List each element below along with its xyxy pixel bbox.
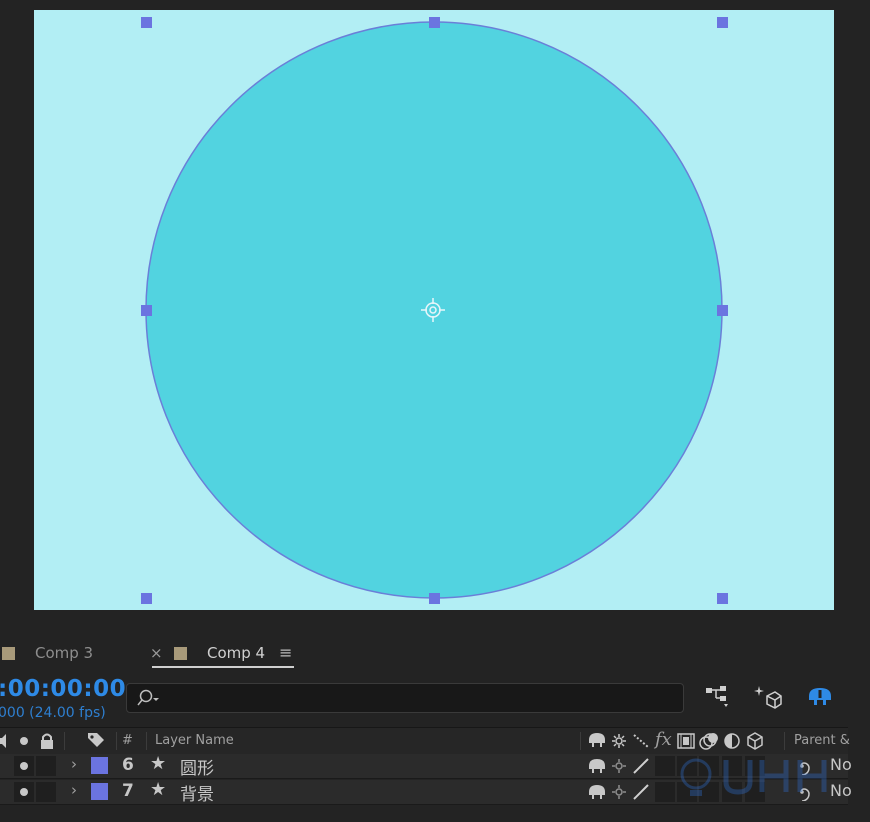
frame-rate-display: 000 (24.00 fps) xyxy=(0,705,106,721)
lock-toggle[interactable] xyxy=(36,756,56,776)
circle-shape-layer[interactable] xyxy=(145,21,723,599)
active-tab-underline xyxy=(152,666,294,668)
frame-blending-column-icon[interactable] xyxy=(677,733,695,749)
column-divider[interactable] xyxy=(580,732,581,750)
shape-layer-star-icon: ★ xyxy=(150,753,167,774)
handle-top-center[interactable] xyxy=(429,17,440,28)
3d-layer-column-icon[interactable] xyxy=(746,732,764,750)
quality-switch-icon[interactable] xyxy=(632,757,650,775)
composition-tabs: Comp 3 × Comp 4 ≡ xyxy=(0,632,870,672)
layer-number: 7 xyxy=(122,781,134,801)
draft-3d-icon[interactable] xyxy=(753,684,783,712)
collapse-switch-icon[interactable] xyxy=(611,784,627,800)
tab-comp-4-label: Comp 4 xyxy=(207,644,266,662)
adjustment-layer-column-icon[interactable] xyxy=(724,733,740,749)
lock-column-icon[interactable] xyxy=(39,732,55,750)
layer-search-input[interactable] xyxy=(126,683,684,713)
expand-chevron-icon[interactable]: › xyxy=(71,781,77,799)
number-column-header[interactable]: # xyxy=(122,733,133,748)
visibility-dot-icon[interactable] xyxy=(20,762,28,770)
search-icon[interactable] xyxy=(137,688,163,708)
layer-column-header: # Layer Name fx Parent & xyxy=(0,727,850,755)
column-divider[interactable] xyxy=(784,732,785,750)
tab-comp-3-label: Comp 3 xyxy=(35,644,94,662)
watermark-logo-icon xyxy=(680,758,827,796)
handle-bottom-left[interactable] xyxy=(141,593,152,604)
comp-4-swatch-icon xyxy=(174,646,187,660)
tab-comp-3[interactable]: Comp 3 xyxy=(2,640,93,666)
handle-top-left[interactable] xyxy=(141,17,152,28)
handle-bottom-center[interactable] xyxy=(429,593,440,604)
comp-3-swatch-icon xyxy=(2,646,15,660)
tab-comp-4[interactable]: Comp 4 xyxy=(174,640,265,666)
lock-toggle[interactable] xyxy=(36,782,56,802)
quality-column-icon[interactable] xyxy=(632,733,650,749)
expand-chevron-icon[interactable]: › xyxy=(71,755,77,773)
solo-switch-icon[interactable] xyxy=(806,684,834,710)
flowchart-icon[interactable] xyxy=(704,684,732,710)
handle-middle-left[interactable] xyxy=(141,305,152,316)
audio-column-icon[interactable] xyxy=(0,733,12,749)
close-tab-icon[interactable]: × xyxy=(150,644,163,662)
effects-column-icon[interactable]: fx xyxy=(655,729,672,750)
column-divider[interactable] xyxy=(64,732,65,750)
effects-switch[interactable] xyxy=(655,756,675,776)
shape-layer-star-icon: ★ xyxy=(150,779,167,800)
handle-bottom-right[interactable] xyxy=(717,593,728,604)
motion-blur-column-icon[interactable] xyxy=(699,732,719,750)
composition-canvas[interactable] xyxy=(0,0,870,622)
effects-switch[interactable] xyxy=(655,782,675,802)
column-divider[interactable] xyxy=(146,732,147,750)
handle-middle-right[interactable] xyxy=(717,305,728,316)
current-time-display[interactable]: :00:00:00 xyxy=(0,676,126,702)
shy-switch-icon[interactable] xyxy=(588,758,606,774)
panel-menu-icon[interactable]: ≡ xyxy=(279,643,292,662)
shy-column-icon[interactable] xyxy=(588,732,606,748)
shy-switch-icon[interactable] xyxy=(588,784,606,800)
visibility-dot-icon[interactable] xyxy=(20,788,28,796)
layer-number: 6 xyxy=(122,755,134,775)
label-column-icon[interactable] xyxy=(86,731,106,751)
collapse-switch-icon[interactable] xyxy=(611,758,627,774)
layer-name[interactable]: 圆形 xyxy=(180,754,214,779)
layer-label-color[interactable] xyxy=(91,783,108,800)
handle-top-right[interactable] xyxy=(717,17,728,28)
composition-viewer[interactable] xyxy=(0,0,870,622)
layer-name-column-header[interactable]: Layer Name xyxy=(155,733,234,748)
layer-label-color[interactable] xyxy=(91,757,108,774)
layer-name[interactable]: 背景 xyxy=(180,780,214,805)
parent-column-header[interactable]: Parent & xyxy=(794,733,850,748)
collapse-column-icon[interactable] xyxy=(611,733,627,749)
solo-column-icon[interactable] xyxy=(20,737,28,745)
column-divider[interactable] xyxy=(116,732,117,750)
quality-switch-icon[interactable] xyxy=(632,783,650,801)
